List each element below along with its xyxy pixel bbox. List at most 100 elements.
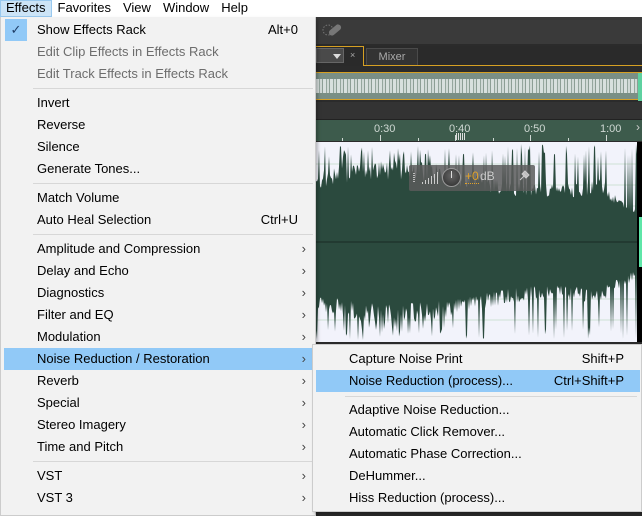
menu-item-modulation[interactable]: Modulation › xyxy=(4,326,314,348)
submenu-arrow-icon: › xyxy=(301,395,306,410)
submenu-arrow-icon: › xyxy=(301,351,306,366)
menu-item-dehummer[interactable]: DeHummer... xyxy=(316,465,640,487)
tab-mixer[interactable]: Mixer xyxy=(366,48,418,66)
menu-item-label: Auto Heal Selection xyxy=(37,212,152,227)
menu-item-label: Invert xyxy=(37,95,70,110)
submenu-arrow-icon: › xyxy=(301,490,306,505)
close-icon[interactable]: × xyxy=(350,48,355,62)
volume-knob[interactable] xyxy=(442,168,461,187)
menu-item-edit-track-effects: Edit Track Effects in Effects Rack xyxy=(4,63,314,85)
menu-item-shortcut: Alt+0 xyxy=(268,22,298,37)
menu-item-automatic-click-remover[interactable]: Automatic Click Remover... xyxy=(316,421,640,443)
menu-item-silence[interactable]: Silence xyxy=(4,136,314,158)
menu-item-delay-echo[interactable]: Delay and Echo › xyxy=(4,260,314,282)
submenu-arrow-icon: › xyxy=(301,468,306,483)
menu-item-shortcut: Ctrl+U xyxy=(260,212,298,227)
menu-separator xyxy=(345,396,637,397)
overview-handle[interactable] xyxy=(638,73,642,101)
file-dropdown[interactable] xyxy=(316,48,344,63)
ruler-tick xyxy=(530,135,531,141)
overview-waveform[interactable] xyxy=(316,72,642,101)
volume-value[interactable]: +0 xyxy=(465,170,479,184)
time-ruler[interactable]: 0:30 0:40 0:50 1:00 › xyxy=(316,119,642,141)
drag-grip-icon[interactable] xyxy=(413,173,415,183)
menu-view[interactable]: View xyxy=(117,0,157,17)
menu-effects[interactable]: Effects xyxy=(0,0,52,17)
menu-item-time-pitch[interactable]: Time and Pitch › xyxy=(4,436,314,458)
scroll-right-arrow-icon[interactable]: › xyxy=(636,120,642,142)
menu-item-filter-eq[interactable]: Filter and EQ › xyxy=(4,304,314,326)
menu-item-label: Diagnostics xyxy=(37,285,105,300)
chevron-down-icon xyxy=(333,54,341,59)
menu-help[interactable]: Help xyxy=(215,0,254,17)
menu-item-label: Edit Clip Effects in Effects Rack xyxy=(37,44,219,59)
ruler-label: 0:50 xyxy=(524,123,546,135)
overview-strip xyxy=(316,79,642,93)
menu-item-vst[interactable]: VST › xyxy=(4,465,314,487)
panel-tab-row: × Mixer xyxy=(316,46,642,66)
menu-item-edit-clip-effects: Edit Clip Effects in Effects Rack xyxy=(4,41,314,63)
submenu-arrow-icon: › xyxy=(301,241,306,256)
menu-separator xyxy=(33,461,313,462)
menu-item-reverb[interactable]: Reverb › xyxy=(4,370,314,392)
submenu-arrow-icon: › xyxy=(301,329,306,344)
menu-item-vst3[interactable]: VST 3 › xyxy=(4,487,314,509)
ruler-tick xyxy=(606,135,607,141)
menu-item-shortcut: Shift+P xyxy=(581,351,624,366)
menu-item-diagnostics[interactable]: Diagnostics › xyxy=(4,282,314,304)
menu-item-stereo-imagery[interactable]: Stereo Imagery › xyxy=(4,414,314,436)
menu-item-invert[interactable]: Invert xyxy=(4,92,314,114)
menu-item-noise-reduction-restoration[interactable]: Noise Reduction / Restoration › xyxy=(4,348,314,370)
menu-item-amplitude-compression[interactable]: Amplitude and Compression › xyxy=(4,238,314,260)
menu-item-label: Edit Track Effects in Effects Rack xyxy=(37,66,228,81)
menu-separator xyxy=(33,183,313,184)
ruler-tick xyxy=(380,135,381,141)
menu-item-match-volume[interactable]: Match Volume xyxy=(4,187,314,209)
ruler-label: 0:30 xyxy=(374,123,396,135)
menu-item-hiss-reduction[interactable]: Hiss Reduction (process)... xyxy=(316,487,640,509)
toolbar xyxy=(316,17,642,44)
menu-item-auto-heal-selection[interactable]: Auto Heal Selection Ctrl+U xyxy=(4,209,314,231)
checkmark-icon: ✓ xyxy=(5,19,27,41)
menu-item-generate-tones[interactable]: Generate Tones... xyxy=(4,158,314,180)
volume-unit: dB xyxy=(480,169,495,183)
menu-item-label: Generate Tones... xyxy=(37,161,141,176)
playhead-grip[interactable] xyxy=(456,133,466,140)
menu-item-shortcut: Ctrl+Shift+P xyxy=(553,373,624,388)
menu-item-label: Special xyxy=(37,395,80,410)
menu-item-show-effects-rack[interactable]: ✓ Show Effects Rack Alt+0 xyxy=(4,19,314,41)
menu-item-label: Match Volume xyxy=(37,190,120,205)
submenu-arrow-icon: › xyxy=(301,285,306,300)
ruler-tick xyxy=(493,138,494,141)
menu-item-automatic-phase-correction[interactable]: Automatic Phase Correction... xyxy=(316,443,640,465)
noise-reduction-submenu: Capture Noise Print Shift+P Noise Reduct… xyxy=(312,344,642,512)
pin-icon[interactable] xyxy=(519,170,530,184)
menu-item-reverse[interactable]: Reverse xyxy=(4,114,314,136)
menu-item-label: Delay and Echo xyxy=(37,263,129,278)
submenu-arrow-icon: › xyxy=(301,263,306,278)
submenu-arrow-icon: › xyxy=(301,373,306,388)
volume-meter-icon xyxy=(422,172,438,184)
menu-item-noise-reduction-process[interactable]: Noise Reduction (process)... Ctrl+Shift+… xyxy=(316,370,640,392)
menu-favorites[interactable]: Favorites xyxy=(52,0,117,17)
menu-item-label: VST xyxy=(37,468,63,483)
ruler-tick xyxy=(418,138,419,141)
menu-separator xyxy=(33,88,313,89)
menu-item-label: VST 3 xyxy=(37,490,73,505)
spot-healing-brush-icon[interactable] xyxy=(322,22,342,38)
menu-item-label: DeHummer... xyxy=(349,468,426,483)
menu-item-label: Time and Pitch xyxy=(37,439,124,454)
menu-item-label: Stereo Imagery xyxy=(37,417,126,432)
ruler-label: 1:00 xyxy=(600,123,622,135)
menu-window[interactable]: Window xyxy=(157,0,215,17)
menu-item-adaptive-noise-reduction[interactable]: Adaptive Noise Reduction... xyxy=(316,399,640,421)
menu-item-capture-noise-print[interactable]: Capture Noise Print Shift+P xyxy=(316,348,640,370)
menu-item-label: Modulation xyxy=(37,329,101,344)
menu-item-special[interactable]: Special › xyxy=(4,392,314,414)
menu-item-label: Hiss Reduction (process)... xyxy=(349,490,506,505)
menu-item-label: Reverb xyxy=(37,373,79,388)
menu-item-label: Automatic Click Remover... xyxy=(349,424,506,439)
menu-item-label: Silence xyxy=(37,139,80,154)
menu-item-label: Reverse xyxy=(37,117,86,132)
volume-hud[interactable]: +0 dB xyxy=(409,165,535,191)
